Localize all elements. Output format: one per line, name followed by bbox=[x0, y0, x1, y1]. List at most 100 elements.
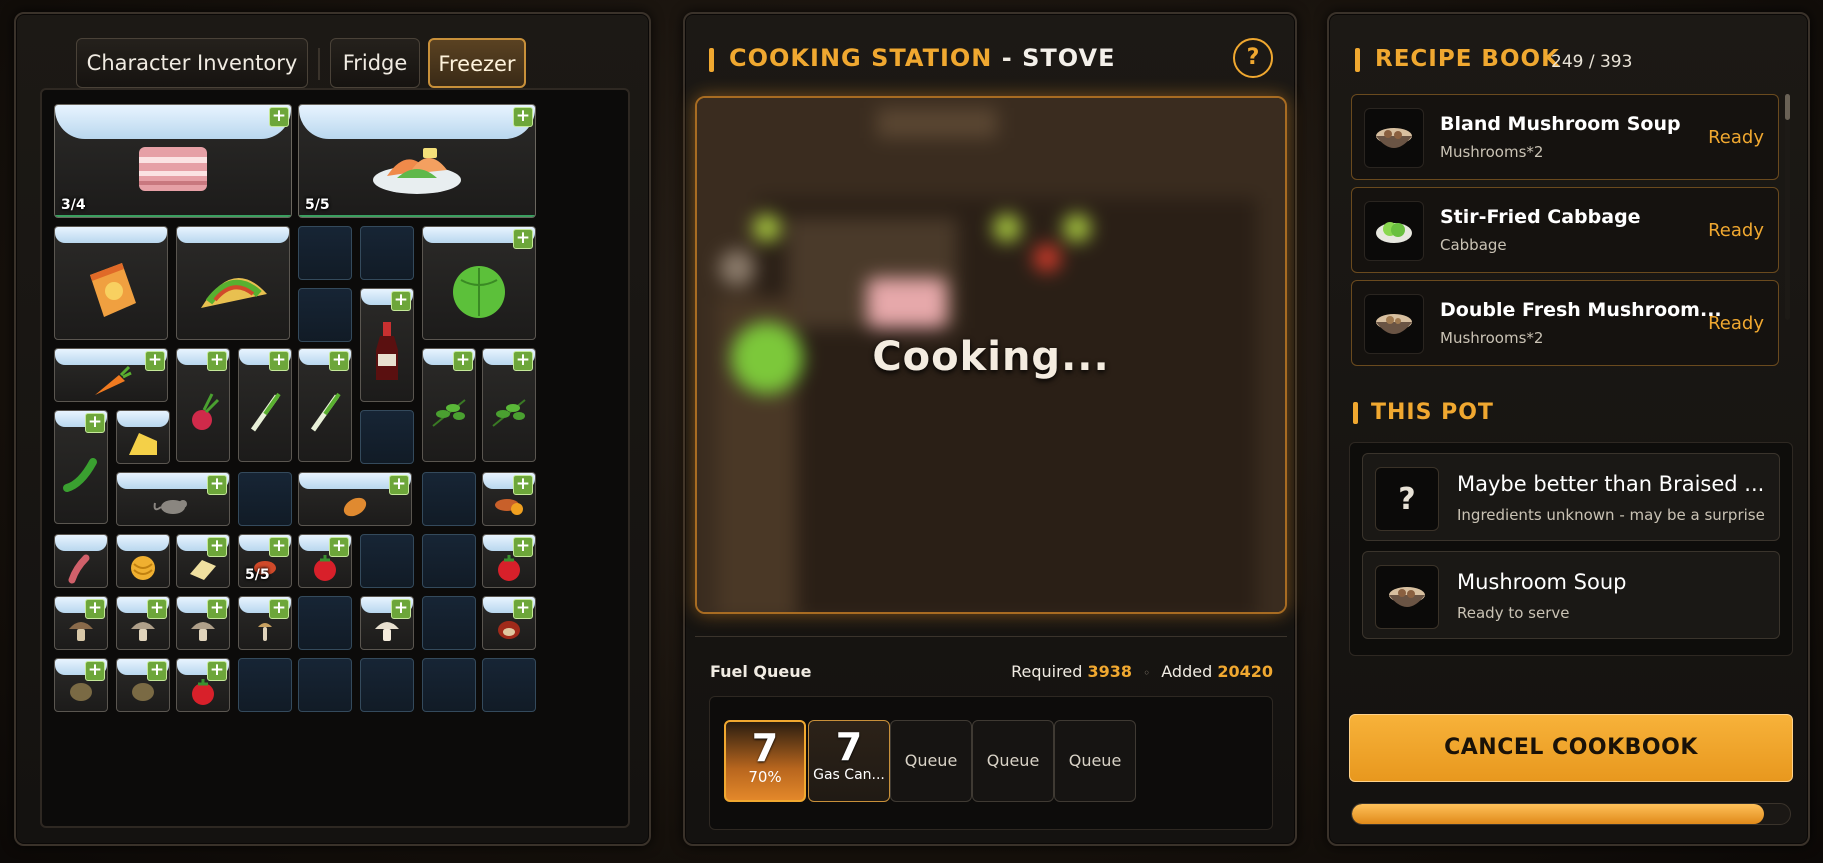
inventory-slot-tomato[interactable]: + bbox=[298, 534, 352, 588]
help-icon[interactable]: ? bbox=[1233, 38, 1273, 78]
pot-item[interactable]: Mushroom Soup Ready to serve bbox=[1362, 551, 1780, 639]
sweet-potato-icon bbox=[483, 491, 535, 521]
empty-slot[interactable] bbox=[360, 226, 414, 280]
inventory-slot-sashimi[interactable]: + 5/5 bbox=[298, 104, 536, 218]
recipe-book-panel: RECIPE BOOK 249 / 393 Bland Mushroom Sou… bbox=[1327, 12, 1810, 846]
inventory-slot-herb[interactable]: + bbox=[482, 348, 536, 462]
inventory-slot-steak[interactable]: + 5/5 bbox=[238, 534, 292, 588]
tab-character-inventory[interactable]: Character Inventory bbox=[76, 38, 308, 88]
green-pepper-icon bbox=[55, 429, 107, 519]
fuel-slot-active[interactable]: 7 70% bbox=[724, 720, 806, 802]
bacon-icon bbox=[55, 123, 291, 213]
recipe-ingredients: Mushrooms*2 bbox=[1440, 329, 1544, 347]
inventory-slot-snack-bag[interactable] bbox=[54, 226, 168, 340]
empty-slot[interactable] bbox=[238, 658, 292, 712]
cook-progress-bar bbox=[1351, 803, 1791, 825]
recipe-status: Ready bbox=[1708, 220, 1764, 241]
recipe-item[interactable]: Double Fresh Mushroom... Mushrooms*2 Rea… bbox=[1351, 280, 1779, 366]
cabbage-dish-icon bbox=[1364, 201, 1424, 261]
pot-item[interactable]: ? Maybe better than Braised ... Ingredie… bbox=[1362, 453, 1780, 541]
fuel-slot-queue[interactable]: Queue bbox=[890, 720, 972, 802]
stack-count: 5/5 bbox=[245, 567, 270, 583]
empty-slot[interactable] bbox=[298, 658, 352, 712]
recipe-status: Ready bbox=[1708, 313, 1764, 334]
cabbage-icon bbox=[423, 245, 535, 335]
inventory-slot-mouse[interactable]: + bbox=[116, 472, 230, 526]
recipe-item[interactable]: Stir-Fried Cabbage Cabbage Ready bbox=[1351, 187, 1779, 273]
empty-slot[interactable] bbox=[482, 658, 536, 712]
herb-icon bbox=[483, 367, 535, 457]
stack-count: 5/5 bbox=[305, 197, 330, 213]
inventory-slot-chestnut[interactable]: + bbox=[482, 596, 536, 650]
tab-freezer[interactable]: Freezer bbox=[428, 38, 526, 88]
tomato-icon bbox=[299, 553, 351, 583]
inventory-slot-mushroom[interactable]: + bbox=[360, 596, 414, 650]
inventory-slot-mushroom[interactable]: + bbox=[116, 596, 170, 650]
inventory-slot-soy-sauce[interactable]: + bbox=[360, 288, 414, 402]
recipe-name: Double Fresh Mushroom... bbox=[1440, 299, 1722, 321]
empty-slot[interactable] bbox=[238, 472, 292, 526]
inventory-slot-tomato[interactable]: + bbox=[482, 534, 536, 588]
inventory-slot-potato[interactable]: + bbox=[116, 658, 170, 712]
soy-sauce-icon bbox=[361, 307, 413, 397]
inventory-slot-scallion[interactable]: + bbox=[238, 348, 292, 462]
fuel-slot-queue[interactable]: Queue bbox=[972, 720, 1054, 802]
fuel-slot-queue[interactable]: Queue bbox=[1054, 720, 1136, 802]
empty-slot[interactable] bbox=[422, 596, 476, 650]
inventory-slot-radish[interactable]: + bbox=[176, 348, 230, 462]
inventory-slot-mushroom[interactable]: + bbox=[54, 596, 108, 650]
empty-slot[interactable] bbox=[298, 288, 352, 342]
recipe-count: 249 / 393 bbox=[1551, 52, 1633, 72]
tofu-icon bbox=[177, 553, 229, 583]
inventory-slot-mushroom[interactable]: + bbox=[176, 596, 230, 650]
inventory-slot-bacon[interactable]: + 3/4 bbox=[54, 104, 292, 218]
empty-slot[interactable] bbox=[298, 226, 352, 280]
tomato-icon bbox=[177, 677, 229, 707]
empty-slot[interactable] bbox=[422, 658, 476, 712]
scrollbar-thumb[interactable] bbox=[1785, 94, 1790, 120]
soup-bowl-icon bbox=[1364, 294, 1424, 354]
radish-icon bbox=[177, 367, 229, 457]
recipe-book-title: RECIPE BOOK bbox=[1375, 46, 1560, 72]
empty-slot[interactable] bbox=[298, 596, 352, 650]
frost-decoration bbox=[55, 535, 107, 551]
inventory-slot-tofu[interactable]: + bbox=[176, 534, 230, 588]
empty-slot[interactable] bbox=[422, 534, 476, 588]
empty-slot[interactable] bbox=[422, 472, 476, 526]
inventory-slot-potato[interactable]: + bbox=[54, 658, 108, 712]
inventory-slot-sausage[interactable] bbox=[54, 534, 108, 588]
inventory-slot-cheese[interactable] bbox=[116, 410, 170, 464]
inventory-slot-green-pepper[interactable]: + bbox=[54, 410, 108, 524]
inventory-slot-sweet-potato[interactable]: + bbox=[482, 472, 536, 526]
scallion-icon bbox=[299, 367, 351, 457]
inventory-slot-bread[interactable]: + bbox=[298, 472, 412, 526]
inventory-slot-cabbage[interactable]: + bbox=[422, 226, 536, 340]
recipe-item[interactable]: Bland Mushroom Soup Mushrooms*2 Ready bbox=[1351, 94, 1779, 180]
inventory-slot-carrot[interactable]: + bbox=[54, 348, 168, 402]
frost-decoration bbox=[177, 227, 289, 243]
inventory-slot-taco[interactable] bbox=[176, 226, 290, 340]
tab-fridge[interactable]: Fridge bbox=[330, 38, 420, 88]
pot-item-detail: Ready to serve bbox=[1457, 604, 1570, 622]
potato-icon bbox=[117, 677, 169, 707]
cooking-station-title: COOKING STATION - STOVE bbox=[729, 44, 1115, 72]
inventory-slot-herb[interactable]: + bbox=[422, 348, 476, 462]
inventory-slot-tomato[interactable]: + bbox=[176, 658, 230, 712]
mushroom-icon bbox=[55, 615, 107, 645]
empty-slot[interactable] bbox=[360, 658, 414, 712]
fuel-count: 7 bbox=[751, 726, 779, 770]
recipe-scrollbar[interactable] bbox=[1785, 94, 1790, 320]
recipe-name: Bland Mushroom Soup bbox=[1440, 113, 1681, 135]
inventory-slot-mushroom[interactable]: + bbox=[238, 596, 292, 650]
fuel-slot-gas-can[interactable]: 7 Gas Can... bbox=[808, 720, 890, 802]
frost-decoration bbox=[117, 411, 169, 427]
tab-divider bbox=[318, 48, 320, 80]
pot-item-name: Maybe better than Braised ... bbox=[1457, 472, 1765, 496]
cancel-cookbook-button[interactable]: CANCEL COOKBOOK bbox=[1349, 714, 1793, 782]
fuel-name: Gas Can... bbox=[813, 767, 885, 783]
empty-slot[interactable] bbox=[360, 410, 414, 464]
inventory-slot-noodles[interactable] bbox=[116, 534, 170, 588]
herb-icon bbox=[423, 367, 475, 457]
inventory-slot-scallion[interactable]: + bbox=[298, 348, 352, 462]
empty-slot[interactable] bbox=[360, 534, 414, 588]
